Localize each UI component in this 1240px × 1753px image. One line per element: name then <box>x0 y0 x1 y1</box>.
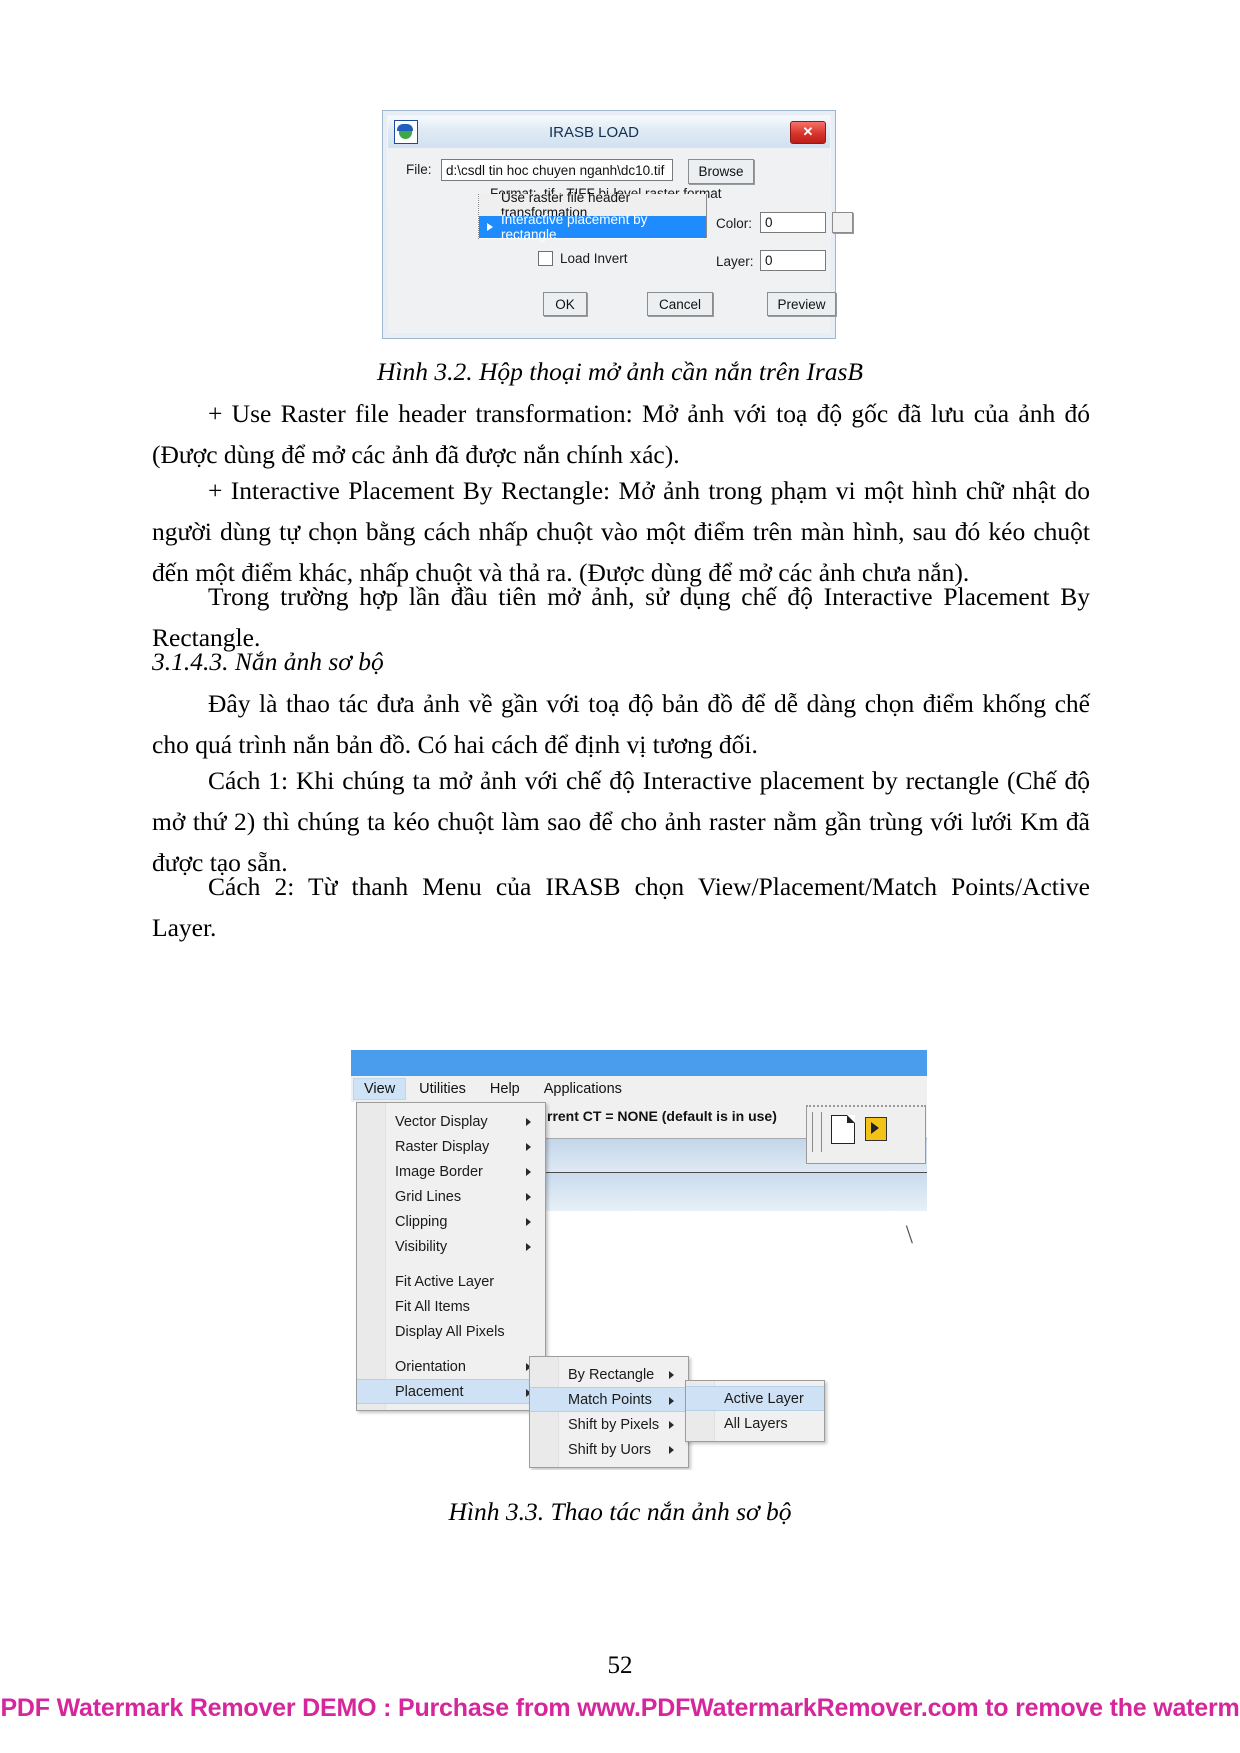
color-label: Color: <box>716 216 753 231</box>
document-page: IRASB LOAD ✕ File: d:\csdl tin hoc chuye… <box>0 0 1240 1753</box>
browse-button[interactable]: Browse <box>688 159 754 184</box>
menu-item-shift-by-uors[interactable]: Shift by Uors <box>530 1437 688 1462</box>
ok-button[interactable]: OK <box>543 292 587 316</box>
placement-mode-listbox[interactable]: Use raster file header transformation In… <box>478 190 707 242</box>
dialog-body: File: d:\csdl tin hoc chuyen nganh\dc10.… <box>388 148 853 333</box>
layer-input[interactable]: 0 <box>760 250 826 271</box>
layer-label: Layer: <box>716 254 754 269</box>
chevron-right-icon <box>669 1421 674 1429</box>
paragraph-6: Cách 2: Từ thanh Menu của IRASB chọn Vie… <box>152 872 1090 942</box>
preview-button[interactable]: Preview <box>767 292 836 316</box>
menu-item-label: Clipping <box>395 1213 448 1230</box>
menu-item-match-points[interactable]: Match Points <box>530 1387 688 1412</box>
paragraph-5: Cách 1: Khi chúng ta mở ảnh với chế độ I… <box>152 766 1090 877</box>
chevron-right-icon <box>526 1218 531 1226</box>
dialog-title: IRASB LOAD <box>548 123 640 141</box>
current-ct-status: rrent CT = NONE (default is in use) <box>547 1108 777 1124</box>
load-invert-label: Load Invert <box>560 251 628 266</box>
page-number: 52 <box>607 1652 633 1679</box>
menu-item-raster-display[interactable]: Raster Display <box>357 1134 545 1159</box>
new-file-icon[interactable] <box>831 1115 855 1144</box>
menu-item-label: Fit All Items <box>395 1298 470 1315</box>
paragraph-4: Đây là thao tác đưa ảnh về gần với toạ đ… <box>152 689 1090 759</box>
menu-item-label: All Layers <box>724 1415 788 1432</box>
menu-item-clipping[interactable]: Clipping <box>357 1209 545 1234</box>
chevron-right-icon <box>669 1397 674 1405</box>
menubar-item-utilities[interactable]: Utilities <box>408 1078 477 1100</box>
menu-item-label: Fit Active Layer <box>395 1273 495 1290</box>
open-folder-icon[interactable] <box>865 1117 887 1141</box>
menu-item-label: Shift by Uors <box>568 1441 651 1458</box>
menubar-item-view[interactable]: View <box>353 1078 407 1100</box>
toolbox-panel <box>806 1105 926 1164</box>
menu-item-fit-active-layer[interactable]: Fit Active Layer <box>357 1269 545 1294</box>
file-input[interactable]: d:\csdl tin hoc chuyen nganh\dc10.tif <box>441 159 673 181</box>
paragraph-3: Trong trường hợp lần đầu tiên mở ảnh, sử… <box>152 582 1090 652</box>
load-invert-checkbox[interactable] <box>538 251 553 266</box>
menu-item-shift-by-pixels[interactable]: Shift by Pixels <box>530 1412 688 1437</box>
menu-item-by-rectangle[interactable]: By Rectangle <box>530 1362 688 1387</box>
irasb-load-dialog: IRASB LOAD ✕ File: d:\csdl tin hoc chuye… <box>382 110 853 339</box>
menu-item-label: Shift by Pixels <box>568 1416 660 1433</box>
chevron-right-icon <box>526 1193 531 1201</box>
app-titlebar <box>351 1050 927 1076</box>
chevron-right-icon <box>526 1118 531 1126</box>
view-menu[interactable]: Vector Display Raster Display Image Bord… <box>356 1102 546 1411</box>
load-invert-row[interactable]: Load Invert <box>538 251 628 266</box>
menu-item-label: Image Border <box>395 1163 483 1180</box>
menu-item-image-border[interactable]: Image Border <box>357 1159 545 1184</box>
chevron-right-icon <box>669 1446 674 1454</box>
toolbox-grip[interactable] <box>812 1112 822 1152</box>
dialog-titlebar: IRASB LOAD ✕ <box>388 116 830 148</box>
menu-item-label: Active Layer <box>724 1390 804 1407</box>
irasb-app-icon <box>394 120 418 144</box>
menu-item-label: Vector Display <box>395 1113 488 1130</box>
app-menubar: View Utilities Help Applications <box>351 1076 927 1103</box>
menu-item-label: Placement <box>395 1383 464 1400</box>
menu-item-label: Display All Pixels <box>395 1323 505 1340</box>
menu-item-label: Visibility <box>395 1238 448 1255</box>
menu-item-label: By Rectangle <box>568 1366 655 1383</box>
menubar-item-help[interactable]: Help <box>479 1078 531 1100</box>
canvas-band-lower <box>539 1173 927 1211</box>
file-row: File: <box>406 162 432 177</box>
menu-item-orientation[interactable]: Orientation <box>357 1354 545 1379</box>
color-swatch-button[interactable] <box>832 212 853 233</box>
menu-item-label: Grid Lines <box>395 1188 462 1205</box>
close-icon[interactable]: ✕ <box>790 120 826 144</box>
menu-item-display-all-pixels[interactable]: Display All Pixels <box>357 1319 545 1344</box>
pdf-watermark-notice: PDF Watermark Remover DEMO : Purchase fr… <box>0 1694 1240 1722</box>
menu-item-fit-all-items[interactable]: Fit All Items <box>357 1294 545 1319</box>
menu-item-label: Orientation <box>395 1358 466 1375</box>
figure-3-2-caption: Hình 3.2. Hộp thoại mở ảnh cần nắn trên … <box>376 357 864 386</box>
cancel-button[interactable]: Cancel <box>647 292 713 316</box>
menu-item-vector-display[interactable]: Vector Display <box>357 1109 545 1134</box>
menu-item-all-layers[interactable]: All Layers <box>686 1411 824 1436</box>
menubar-item-applications[interactable]: Applications <box>533 1078 633 1100</box>
chevron-right-icon <box>526 1243 531 1251</box>
paragraph-2: + Interactive Placement By Rectangle: Mở… <box>152 476 1090 587</box>
color-input[interactable]: 0 <box>760 212 826 233</box>
menu-item-label: Raster Display <box>395 1138 490 1155</box>
menu-item-label: Match Points <box>568 1391 652 1408</box>
chevron-right-icon <box>669 1371 674 1379</box>
menu-item-visibility[interactable]: Visibility <box>357 1234 545 1259</box>
menu-item-placement[interactable]: Placement <box>357 1379 545 1404</box>
figure-3-3-caption: Hình 3.3. Thao tác nắn ảnh sơ bộ <box>448 1497 792 1526</box>
menu-item-active-layer[interactable]: Active Layer <box>686 1386 824 1411</box>
chevron-right-icon <box>526 1143 531 1151</box>
file-label: File: <box>406 162 432 177</box>
paragraph-1: + Use Raster file header transformation:… <box>152 399 1090 469</box>
option-interactive-placement[interactable]: Interactive placement by rectangle <box>479 212 707 242</box>
placement-submenu[interactable]: By Rectangle Match Points Shift by Pixel… <box>529 1356 689 1468</box>
chevron-right-icon <box>526 1168 531 1176</box>
menu-item-grid-lines[interactable]: Grid Lines <box>357 1184 545 1209</box>
canvas-vector-mark: \ <box>905 1220 913 1249</box>
section-heading: 3.1.4.3. Nắn ảnh sơ bộ <box>152 647 384 676</box>
match-points-submenu[interactable]: Active Layer All Layers <box>685 1380 825 1442</box>
irasb-menu-screenshot: View Utilities Help Applications rrent C… <box>351 1050 927 1470</box>
